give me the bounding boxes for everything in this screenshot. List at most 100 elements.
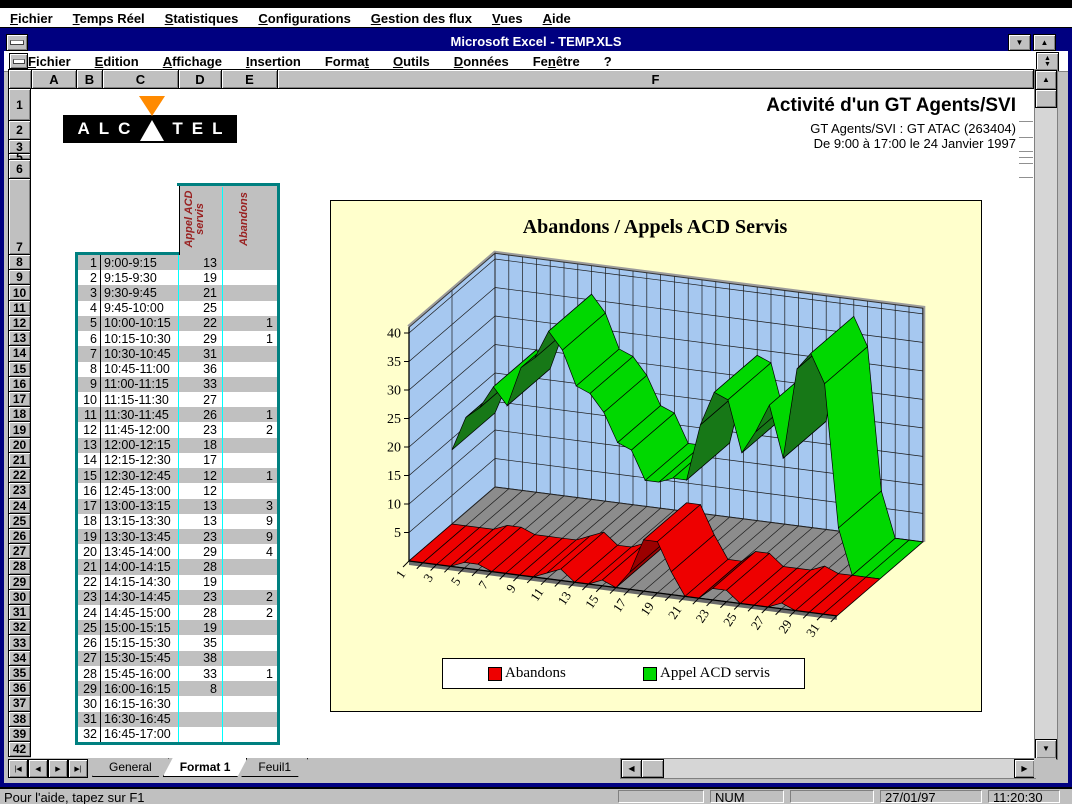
scroll-left-button[interactable]: ◀ — [621, 759, 642, 778]
row-header-36[interactable]: 36 — [8, 681, 31, 696]
row-header-37[interactable]: 37 — [8, 696, 31, 711]
table-row[interactable]: 2515:00-15:1519 — [75, 620, 278, 635]
table-row[interactable]: 19:00-9:1513 — [75, 255, 278, 270]
tab-scroll-next[interactable]: ▶ — [48, 759, 68, 778]
row-header-25[interactable]: 25 — [8, 514, 31, 529]
table-row[interactable]: 2114:00-14:1528 — [75, 559, 278, 574]
table-row[interactable]: 810:45-11:0036 — [75, 362, 278, 377]
row-header-17[interactable]: 17 — [8, 392, 31, 407]
row-header-32[interactable]: 32 — [8, 620, 31, 635]
row-header-2[interactable]: 2 — [8, 121, 31, 140]
maximize-button[interactable]: ▲ — [1033, 34, 1056, 51]
horizontal-scroll-thumb[interactable] — [641, 759, 664, 778]
tab-scroll-last[interactable]: ▶| — [68, 759, 88, 778]
row-header-9[interactable]: 9 — [8, 270, 31, 285]
table-row[interactable]: 39:30-9:4521 — [75, 285, 278, 300]
row-header-1[interactable]: 1 — [8, 89, 31, 121]
select-all-button[interactable] — [8, 69, 32, 89]
table-row[interactable]: 3016:15-16:30 — [75, 696, 278, 711]
row-header-30[interactable]: 30 — [8, 590, 31, 605]
excel-titlebar[interactable]: Microsoft Excel - TEMP.XLS — [4, 32, 1068, 51]
row-header-39[interactable]: 39 — [8, 727, 31, 742]
table-row[interactable]: 2414:45-15:00282 — [75, 605, 278, 620]
row-header-38[interactable]: 38 — [8, 712, 31, 727]
table-row[interactable]: 1111:30-11:45261 — [75, 407, 278, 422]
table-row[interactable]: 2715:30-15:4538 — [75, 651, 278, 666]
table-row[interactable]: 510:00-10:15221 — [75, 316, 278, 331]
sheet-tab-feuil1[interactable]: Feuil1 — [241, 758, 308, 777]
table-row[interactable]: 911:00-11:1533 — [75, 377, 278, 392]
row-header-22[interactable]: 22 — [8, 468, 31, 483]
row-header-3[interactable]: 3 — [8, 140, 31, 154]
row-header-26[interactable]: 26 — [8, 529, 31, 544]
excel-menu-fen-tre[interactable]: Fenêtre — [533, 54, 580, 69]
row-header-19[interactable]: 19 — [8, 422, 31, 437]
app-menu-vues[interactable]: Vues — [482, 11, 533, 26]
sheet-tab-format-1[interactable]: Format 1 — [163, 758, 248, 777]
row-header-31[interactable]: 31 — [8, 605, 31, 620]
table-row[interactable]: 1813:15-13:30139 — [75, 514, 278, 529]
table-row[interactable]: 610:15-10:30291 — [75, 331, 278, 346]
column-header-E[interactable]: E — [222, 69, 278, 89]
table-row[interactable]: 1612:45-13:0012 — [75, 483, 278, 498]
tab-scroll-first[interactable]: |◀ — [8, 759, 28, 778]
excel-menu-outils[interactable]: Outils — [393, 54, 430, 69]
excel-menu-affichage[interactable]: Affichage — [163, 54, 222, 69]
table-row[interactable]: 1312:00-12:1518 — [75, 438, 278, 453]
column-header-D[interactable]: D — [179, 69, 222, 89]
row-header-29[interactable]: 29 — [8, 575, 31, 590]
table-row[interactable]: 29:15-9:3019 — [75, 270, 278, 285]
vertical-scroll-thumb[interactable] — [1035, 89, 1057, 108]
table-row[interactable]: 1412:15-12:3017 — [75, 453, 278, 468]
row-header-42[interactable]: 42 — [8, 742, 31, 757]
excel-menu-format[interactable]: Format — [325, 54, 369, 69]
row-header-8[interactable]: 8 — [8, 255, 31, 270]
vertical-scrollbar[interactable] — [1034, 69, 1058, 760]
excel-menu-donn-es[interactable]: Données — [454, 54, 509, 69]
row-header-33[interactable]: 33 — [8, 635, 31, 650]
row-header-20[interactable]: 20 — [8, 438, 31, 453]
excel-menu-fichier[interactable]: Fichier — [28, 54, 71, 69]
row-header-35[interactable]: 35 — [8, 666, 31, 681]
chart-object[interactable]: 5101520253035401357911131517192123252729… — [330, 200, 982, 712]
chart-legend[interactable]: AbandonsAppel ACD servis — [442, 658, 805, 689]
table-row[interactable]: 710:30-10:4531 — [75, 346, 278, 361]
app-menu-temps-r-el[interactable]: Temps Réel — [63, 11, 155, 26]
control-menu-button[interactable] — [6, 34, 28, 51]
table-row[interactable]: 1913:30-13:45239 — [75, 529, 278, 544]
tab-scroll-prev[interactable]: ◀ — [28, 759, 48, 778]
table-row[interactable]: 2214:15-14:3019 — [75, 575, 278, 590]
table-row[interactable]: 1211:45-12:00232 — [75, 422, 278, 437]
table-row[interactable]: 2314:30-14:45232 — [75, 590, 278, 605]
table-row[interactable]: 2815:45-16:00331 — [75, 666, 278, 681]
table-row[interactable]: 1713:00-13:15133 — [75, 499, 278, 514]
table-row[interactable]: 2615:15-15:3035 — [75, 635, 278, 650]
table-row[interactable]: 2013:45-14:00294 — [75, 544, 278, 559]
table-row[interactable]: 1011:15-11:3027 — [75, 392, 278, 407]
column-header-F[interactable]: F — [278, 69, 1034, 89]
row-header-23[interactable]: 23 — [8, 483, 31, 498]
row-header-15[interactable]: 15 — [8, 362, 31, 377]
excel-menu-insertion[interactable]: Insertion — [246, 54, 301, 69]
table-row[interactable]: 1512:30-12:45121 — [75, 468, 278, 483]
row-header-10[interactable]: 10 — [8, 285, 31, 300]
table-row[interactable]: 49:45-10:0025 — [75, 301, 278, 316]
app-menu-gestion-des-flux[interactable]: Gestion des flux — [361, 11, 482, 26]
horizontal-scrollbar[interactable] — [620, 758, 1036, 779]
scroll-down-button[interactable]: ▼ — [1035, 739, 1057, 759]
row-header-13[interactable]: 13 — [8, 331, 31, 346]
row-header-6[interactable]: 6 — [8, 160, 31, 179]
excel-menu-?[interactable]: ? — [604, 54, 612, 69]
app-menu-fichier[interactable]: Fichier — [0, 11, 63, 26]
scroll-up-button[interactable]: ▲ — [1035, 70, 1057, 90]
sheet-tab-general[interactable]: General — [92, 758, 169, 777]
row-header-7[interactable]: 7 — [8, 179, 31, 255]
row-header-24[interactable]: 24 — [8, 499, 31, 514]
table-row[interactable]: 2916:00-16:158 — [75, 681, 278, 696]
column-header-B[interactable]: B — [77, 69, 103, 89]
row-header-14[interactable]: 14 — [8, 346, 31, 361]
app-menu-configurations[interactable]: Configurations — [248, 11, 360, 26]
table-row[interactable]: 3216:45-17:00 — [75, 727, 278, 742]
table-row[interactable]: 3116:30-16:45 — [75, 712, 278, 727]
document-control-menu-button[interactable] — [9, 53, 28, 69]
